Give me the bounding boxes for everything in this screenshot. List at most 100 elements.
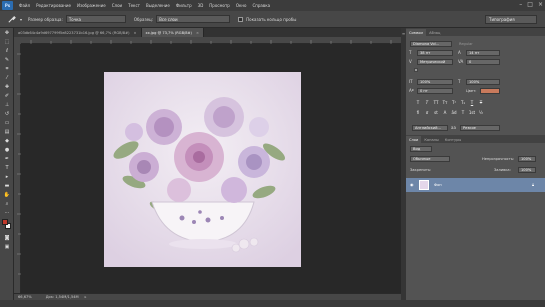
menu-3d[interactable]: 3D bbox=[195, 3, 207, 8]
gradient-tool-icon[interactable]: ▤ bbox=[0, 127, 14, 136]
dodge-tool-icon[interactable]: ● bbox=[0, 145, 14, 154]
faux-bold-button[interactable]: T bbox=[414, 99, 422, 106]
tab-paths[interactable]: Контуры bbox=[442, 136, 464, 143]
menu-window[interactable]: Окно bbox=[233, 3, 250, 8]
menu-select[interactable]: Выделение bbox=[143, 3, 173, 8]
lasso-tool-icon[interactable]: ℓ bbox=[0, 46, 14, 55]
lock-icon[interactable]: 🔒︎ bbox=[532, 182, 534, 187]
layer-name[interactable]: Фон bbox=[434, 183, 442, 187]
screen-mode-icon[interactable]: ▣ bbox=[0, 242, 14, 251]
tab-paragraph[interactable]: Абзац bbox=[426, 29, 443, 36]
path-select-icon[interactable]: ▸ bbox=[0, 172, 14, 181]
history-brush-icon[interactable]: ↺ bbox=[0, 109, 14, 118]
menu-edit[interactable]: Редактирование bbox=[33, 3, 74, 8]
visibility-eye-icon[interactable]: ◉ bbox=[410, 182, 414, 187]
blur-tool-icon[interactable]: ◆ bbox=[0, 136, 14, 145]
brush-tool-icon[interactable]: ✐ bbox=[0, 91, 14, 100]
leading-field[interactable]: 14 пт bbox=[466, 50, 500, 56]
type-tool-icon[interactable]: T bbox=[0, 163, 14, 172]
text-color-swatch[interactable] bbox=[480, 88, 500, 94]
maximize-button[interactable]: □ bbox=[527, 1, 533, 8]
menu-file[interactable]: Файл bbox=[16, 3, 33, 8]
opacity-field[interactable]: 100% bbox=[518, 156, 536, 162]
font-size-field[interactable]: 38 пт bbox=[417, 50, 453, 56]
ligatures-button[interactable]: fi bbox=[414, 109, 422, 116]
crop-tool-icon[interactable]: ⌗ bbox=[0, 64, 14, 73]
healing-brush-icon[interactable]: ✚ bbox=[0, 82, 14, 91]
baseline-field[interactable]: 0 пт bbox=[417, 88, 453, 94]
ordinals-button[interactable]: 1st bbox=[468, 109, 476, 116]
minimize-button[interactable]: – bbox=[519, 1, 522, 8]
layer-filter-select[interactable]: Вид bbox=[410, 146, 432, 152]
all-caps-button[interactable]: TT bbox=[432, 99, 440, 106]
antialias-select[interactable]: Резкое bbox=[460, 125, 500, 131]
sample-size-select[interactable]: Точка bbox=[65, 15, 126, 23]
sample-select[interactable]: Все слои bbox=[156, 15, 231, 23]
menu-help[interactable]: Справка bbox=[249, 3, 273, 8]
menu-layers[interactable]: Слои bbox=[109, 3, 125, 8]
clear-icon[interactable] bbox=[414, 68, 418, 72]
kerning-field[interactable]: 0 bbox=[466, 59, 500, 65]
zoom-tool-icon[interactable]: ⌕ bbox=[0, 199, 14, 208]
tracking-field[interactable]: Метрический bbox=[417, 59, 453, 65]
doc-tab-2[interactable]: xx.jpg @ 73,7% (RGB/8#) × bbox=[141, 28, 204, 37]
horizontal-scale-field[interactable]: 100% bbox=[466, 79, 500, 85]
hand-tool-icon[interactable]: ✋ bbox=[0, 190, 14, 199]
layer-row-background[interactable]: ◉ Фон 🔒︎ bbox=[406, 178, 545, 192]
document-tabs: a03db64c4a9d697799f5e8223731b16.jpg @ 66… bbox=[14, 28, 401, 37]
eraser-tool-icon[interactable]: ▭ bbox=[0, 118, 14, 127]
ruler-corner bbox=[14, 37, 21, 44]
discretionary-ligatures-button[interactable]: st bbox=[432, 109, 440, 116]
layers-panel-tabs: Слои Каналы Контуры bbox=[406, 135, 545, 143]
font-family-select[interactable]: Diamona Vol... bbox=[410, 41, 452, 47]
language-select[interactable]: Английский... bbox=[412, 125, 448, 131]
blend-mode-select[interactable]: Обычные bbox=[410, 156, 450, 162]
status-menu-arrow-icon[interactable]: ▸ bbox=[85, 295, 87, 299]
close-tab-icon[interactable]: × bbox=[133, 31, 136, 35]
subscript-button[interactable]: T₁ bbox=[459, 99, 467, 106]
tools-panel: ✥ ⬚ ℓ ✎ ⌗ ⁄ ✚ ✐ ⊥ ↺ ▭ ▤ ◆ ● ✒ T ▸ ▬ ✋ ⌕ … bbox=[0, 28, 14, 307]
color-label: Цвет: bbox=[466, 89, 477, 93]
stylistic-alternates-button[interactable]: ād bbox=[450, 109, 458, 116]
marquee-tool-icon[interactable]: ⬚ bbox=[0, 37, 14, 46]
font-style-select[interactable]: Regular bbox=[456, 41, 482, 47]
sample-size-dropdown-arrow-icon[interactable]: ▾ bbox=[20, 17, 22, 22]
quick-select-tool-icon[interactable]: ✎ bbox=[0, 55, 14, 64]
eyedropper-icon[interactable]: ⁄ bbox=[0, 73, 14, 82]
strikethrough-button[interactable]: T bbox=[477, 99, 485, 106]
quick-mask-icon[interactable]: ◙ bbox=[0, 233, 14, 242]
superscript-button[interactable]: T¹ bbox=[450, 99, 458, 106]
document-image-flowers-teapot[interactable] bbox=[104, 72, 301, 267]
tab-character[interactable]: Символ bbox=[406, 29, 427, 36]
small-caps-button[interactable]: Tт bbox=[441, 99, 449, 106]
tab-layers[interactable]: Слои bbox=[406, 136, 422, 143]
fractions-button[interactable]: ½ bbox=[477, 109, 485, 116]
move-tool-icon[interactable]: ✥ bbox=[0, 28, 14, 37]
more-tools-icon[interactable]: ⋯ bbox=[0, 208, 14, 217]
alternates-button[interactable]: ơ bbox=[423, 109, 431, 116]
vertical-ruler[interactable] bbox=[14, 44, 21, 293]
close-tab-icon[interactable]: × bbox=[196, 31, 199, 35]
workspace-select[interactable]: Типография bbox=[485, 15, 537, 24]
menu-view[interactable]: Просмотр bbox=[206, 3, 233, 8]
pen-tool-icon[interactable]: ✒ bbox=[0, 154, 14, 163]
menu-image[interactable]: Изображение bbox=[74, 3, 109, 8]
menu-type[interactable]: Текст bbox=[125, 3, 143, 8]
zoom-level[interactable]: 66,67% bbox=[18, 295, 32, 299]
menu-filter[interactable]: Фильтр bbox=[173, 3, 195, 8]
underline-button[interactable]: T bbox=[468, 99, 476, 106]
show-ring-checkbox[interactable] bbox=[238, 16, 244, 22]
vertical-scale-field[interactable]: 100% bbox=[417, 79, 453, 85]
tab-channels[interactable]: Каналы bbox=[421, 136, 441, 143]
clone-stamp-icon[interactable]: ⊥ bbox=[0, 100, 14, 109]
foreground-color-swatch[interactable] bbox=[2, 219, 8, 225]
horizontal-ruler[interactable] bbox=[21, 37, 401, 44]
swash-button[interactable]: A bbox=[441, 109, 449, 116]
faux-italic-button[interactable]: T bbox=[423, 99, 431, 106]
shape-tool-icon[interactable]: ▬ bbox=[0, 181, 14, 190]
close-button[interactable]: × bbox=[538, 1, 543, 8]
titling-button[interactable]: T bbox=[459, 109, 467, 116]
eyedropper-tool-icon[interactable] bbox=[6, 14, 17, 25]
fill-field[interactable]: 100% bbox=[518, 167, 536, 173]
doc-tab-1[interactable]: a03db64c4a9d697799f5e8223731b16.jpg @ 66… bbox=[14, 28, 142, 37]
